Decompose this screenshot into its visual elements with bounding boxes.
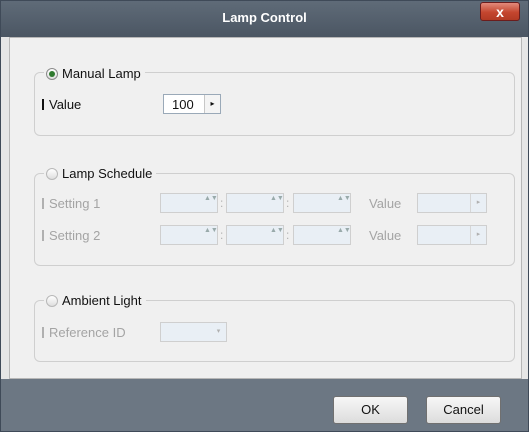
setting-1-minute-spinner[interactable]: ▲▼ [226, 193, 284, 213]
value-arrow-icon[interactable]: ▸ [470, 194, 486, 212]
row-marker [42, 198, 44, 209]
stepper-icon[interactable]: ▲▼ [270, 226, 284, 245]
time-separator: : [286, 228, 290, 242]
value-arrow-icon[interactable]: ▸ [470, 226, 486, 244]
lamp-schedule-option[interactable]: Lamp Schedule [44, 166, 157, 181]
manual-value-row-label: Value [42, 97, 81, 112]
setting-1-hour-spinner[interactable]: ▲▼ [160, 193, 218, 213]
lamp-schedule-radio[interactable] [46, 167, 58, 180]
setting-1-label: Setting 1 [49, 196, 101, 211]
chevron-down-icon[interactable]: ▾ [211, 323, 226, 341]
time-separator: : [220, 196, 224, 210]
setting-2-value-label: Value [369, 228, 402, 243]
manual-lamp-radio[interactable] [46, 67, 58, 80]
row-marker [42, 99, 44, 110]
title-bar[interactable]: Lamp Control x [1, 1, 528, 37]
stepper-icon[interactable]: ▲▼ [337, 194, 351, 213]
reference-id-row-label: Reference ID [42, 325, 126, 340]
setting-1-value-label: Value [369, 196, 402, 211]
manual-value-number: 100 [172, 97, 194, 112]
time-separator: : [220, 228, 224, 242]
manual-value-label: Value [49, 97, 82, 112]
cancel-button[interactable]: Cancel [426, 396, 501, 424]
reference-id-dropdown[interactable]: ▾ [160, 322, 227, 342]
lamp-control-dialog: Lamp Control x Manual Lamp Value 100 ▸ L… [0, 0, 529, 432]
ambient-light-label: Ambient Light [62, 293, 142, 308]
time-separator: : [286, 196, 290, 210]
ambient-light-radio[interactable] [46, 294, 58, 307]
close-button[interactable]: x [480, 2, 520, 21]
ok-button[interactable]: OK [333, 396, 408, 424]
stepper-icon[interactable]: ▲▼ [337, 226, 351, 245]
lamp-schedule-label: Lamp Schedule [62, 166, 153, 181]
window-title: Lamp Control [222, 10, 307, 25]
setting-2-label: Setting 2 [49, 228, 101, 243]
manual-lamp-group [34, 72, 515, 136]
lamp-schedule-group [34, 173, 515, 266]
reference-id-label: Reference ID [49, 325, 126, 340]
setting-2-value-field[interactable]: ▸ [417, 225, 487, 245]
setting-1-row-label: Setting 1 [42, 196, 100, 211]
row-marker [42, 327, 44, 338]
manual-value-field[interactable]: 100 ▸ [163, 94, 221, 114]
ambient-light-option[interactable]: Ambient Light [44, 293, 146, 308]
stepper-icon[interactable]: ▲▼ [270, 194, 284, 213]
manual-lamp-option[interactable]: Manual Lamp [44, 66, 145, 81]
value-arrow-icon[interactable]: ▸ [204, 95, 220, 113]
row-marker [42, 230, 44, 241]
setting-2-minute-spinner[interactable]: ▲▼ [226, 225, 284, 245]
setting-1-value-field[interactable]: ▸ [417, 193, 487, 213]
setting-2-hour-spinner[interactable]: ▲▼ [160, 225, 218, 245]
setting-2-ampm-spinner[interactable]: ▲▼ [293, 225, 351, 245]
stepper-icon[interactable]: ▲▼ [204, 194, 218, 213]
setting-1-ampm-spinner[interactable]: ▲▼ [293, 193, 351, 213]
dialog-footer: OK Cancel [1, 379, 528, 431]
manual-lamp-label: Manual Lamp [62, 66, 141, 81]
radio-selected-dot [49, 70, 55, 77]
dialog-content: Manual Lamp Value 100 ▸ Lamp Schedule Se… [9, 37, 522, 379]
stepper-icon[interactable]: ▲▼ [204, 226, 218, 245]
setting-2-row-label: Setting 2 [42, 228, 100, 243]
